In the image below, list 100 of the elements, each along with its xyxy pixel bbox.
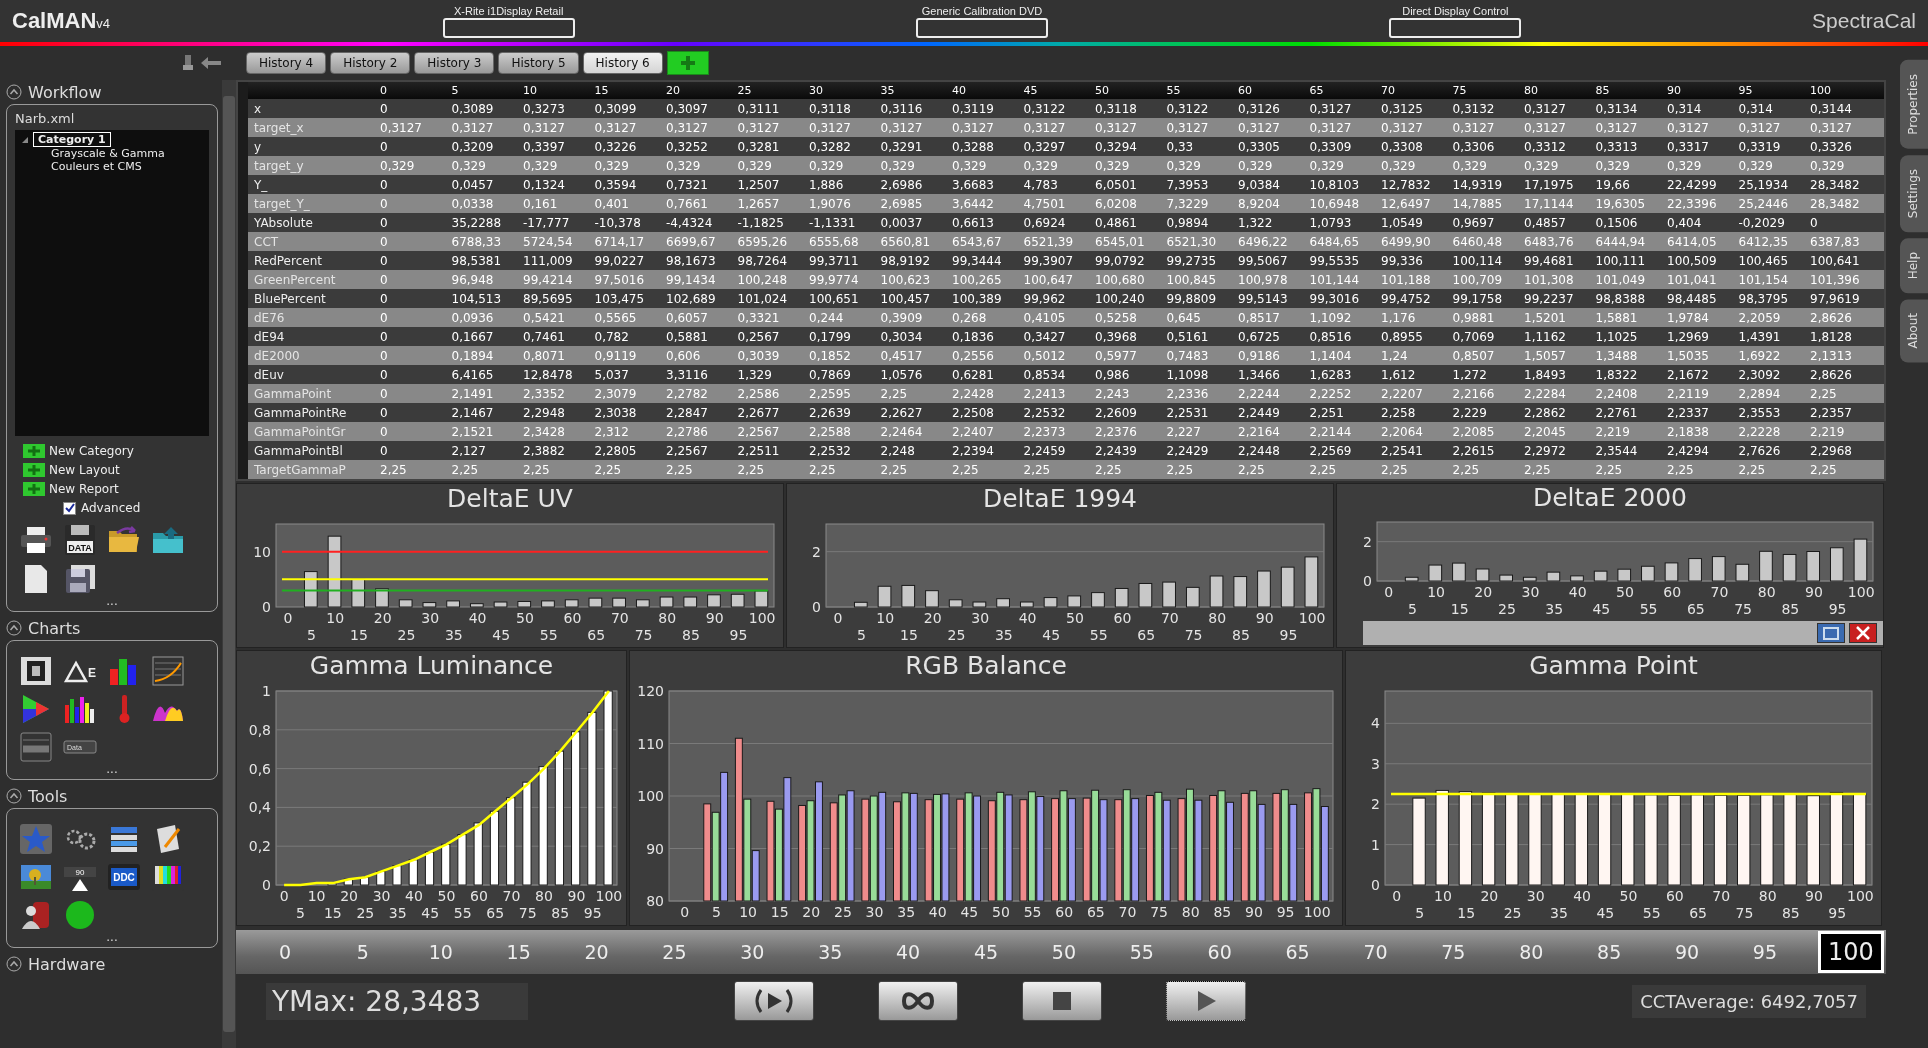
contrast-squares-icon[interactable] — [19, 655, 53, 687]
slider-stop[interactable]: 25 — [649, 941, 700, 963]
stop-button[interactable] — [1022, 981, 1103, 1021]
slider-stop[interactable]: 75 — [1428, 941, 1479, 963]
collapse-icon[interactable] — [6, 788, 22, 804]
axis-label: 30 — [971, 610, 990, 626]
row-label: target_y — [253, 158, 305, 173]
save-icon[interactable] — [63, 563, 97, 595]
table-cell-text: -1,1825 — [737, 215, 785, 230]
axis-label: 75 — [1150, 904, 1168, 920]
printer-icon[interactable] — [19, 525, 53, 555]
device-field[interactable] — [916, 17, 1049, 38]
axis-label: 25 — [1498, 601, 1516, 617]
slider-stop[interactable]: 35 — [805, 941, 856, 963]
folder-icon[interactable] — [107, 525, 141, 555]
table-cell-text: 111,009 — [523, 253, 574, 268]
history-tab[interactable]: History 4 — [246, 52, 327, 74]
side-tab[interactable]: Help — [1900, 237, 1928, 294]
axis-label: 95 — [1276, 904, 1295, 920]
pin-icon[interactable] — [182, 54, 194, 72]
play-loop-button[interactable] — [734, 981, 815, 1021]
collapse-icon[interactable] — [6, 620, 22, 636]
action-link[interactable]: New Category — [49, 444, 134, 458]
slider-stop[interactable]: 80 — [1506, 941, 1557, 963]
action-link[interactable]: New Layout — [49, 463, 120, 477]
table-cell-text: 2,2448 — [1238, 443, 1281, 458]
line-chart-icon[interactable] — [151, 655, 185, 687]
action-link[interactable]: New Report — [49, 482, 119, 496]
side-tab[interactable]: Settings — [1900, 154, 1928, 232]
play-button[interactable] — [1166, 981, 1247, 1021]
axis-label: 65 — [1686, 601, 1705, 617]
data-table-icon[interactable] — [19, 731, 53, 763]
axis-label: 20 — [340, 888, 358, 904]
more-link[interactable]: ... — [106, 931, 118, 943]
save-data-icon[interactable]: DATA — [63, 523, 97, 557]
tree-item[interactable]: Couleurs et CMS — [47, 160, 146, 173]
axis-label: 10 — [1427, 584, 1445, 600]
add-icon[interactable] — [23, 482, 45, 496]
table-cell-text: 0,0457 — [451, 177, 495, 192]
slider-stop[interactable]: 95 — [1739, 941, 1790, 963]
table-cell-text: 1,9784 — [1667, 310, 1710, 325]
slider-stop[interactable]: 100 — [1817, 931, 1884, 973]
checkbox[interactable] — [63, 501, 76, 515]
table-cell-text: 2,25 — [1738, 462, 1767, 477]
star-icon[interactable] — [19, 823, 53, 855]
restore-button[interactable] — [1817, 623, 1845, 643]
slider-stop[interactable]: 5 — [337, 941, 388, 963]
more-link[interactable]: ... — [106, 595, 118, 607]
device-field[interactable] — [1389, 17, 1522, 38]
side-tab[interactable]: Properties — [1900, 60, 1928, 149]
table-cell-text: 2,6985 — [880, 196, 924, 211]
collapse-icon[interactable] — [6, 84, 22, 100]
table-cell-text: 17,1975 — [1524, 177, 1575, 192]
status-light-icon[interactable] — [63, 899, 97, 931]
slider-stop[interactable]: 55 — [1116, 941, 1167, 963]
add-icon[interactable] — [23, 444, 45, 458]
axis-label: 0 — [262, 877, 271, 893]
continuous-button[interactable] — [878, 981, 959, 1021]
slider-stop[interactable]: 40 — [883, 941, 934, 963]
chart-title: DeltaE 2000 — [1532, 484, 1688, 512]
monitor-icon[interactable]: DDC — [107, 861, 141, 893]
slider-stop[interactable]: 70 — [1350, 941, 1401, 963]
back-arrow-icon[interactable] — [200, 56, 222, 70]
history-tab[interactable]: History 3 — [414, 52, 495, 74]
slider-stop[interactable]: 45 — [961, 941, 1011, 963]
table-cell-text: 2,258 — [1381, 405, 1417, 420]
slider-stop[interactable]: 85 — [1584, 941, 1635, 963]
history-tab[interactable]: History 5 — [498, 52, 579, 74]
slider-stop[interactable]: 60 — [1194, 941, 1245, 963]
slider-stop[interactable]: 90 — [1662, 941, 1713, 963]
slider-stop[interactable]: 20 — [571, 941, 622, 963]
slider-stop[interactable]: 50 — [1038, 941, 1089, 963]
table-cell-text: 6,0501 — [1095, 177, 1138, 192]
table-cell-text: 98,4485 — [1667, 291, 1718, 306]
axis-label: 80 — [1758, 888, 1777, 904]
slider-stop[interactable]: 15 — [493, 941, 544, 963]
table-cell-text: 10,8103 — [1309, 177, 1361, 192]
slider-stop[interactable]: 10 — [415, 941, 466, 963]
add-icon[interactable] — [23, 463, 45, 477]
table-cell-text: 0,9894 — [1166, 215, 1210, 230]
collapse-icon[interactable] — [6, 956, 22, 972]
side-tab[interactable]: About — [1900, 299, 1928, 363]
history-tab[interactable]: History 2 — [330, 52, 411, 74]
folder-upload-icon[interactable] — [151, 525, 185, 555]
add-tab-button[interactable] — [666, 51, 709, 75]
tree-item[interactable]: Grayscale & Gamma — [47, 147, 169, 160]
close-button[interactable] — [1849, 623, 1877, 643]
device-field[interactable] — [442, 17, 575, 38]
history-tab[interactable]: History 6 — [582, 52, 663, 74]
table-cell-text: 2,25 — [1595, 462, 1624, 477]
table-cell-text: 0,3309 — [1309, 139, 1353, 154]
more-link[interactable]: ... — [106, 763, 118, 775]
expander-icon[interactable] — [21, 135, 29, 144]
slider-stop[interactable]: 30 — [727, 941, 778, 963]
slider-stop[interactable]: 65 — [1272, 941, 1323, 963]
scrollbar[interactable] — [222, 80, 236, 1048]
table-cell-text: 100,978 — [1238, 272, 1289, 287]
slider-stop[interactable]: 0 — [260, 941, 310, 963]
tree-item[interactable]: Category 1 — [33, 132, 111, 147]
table-cell-text: 0 — [380, 253, 389, 268]
